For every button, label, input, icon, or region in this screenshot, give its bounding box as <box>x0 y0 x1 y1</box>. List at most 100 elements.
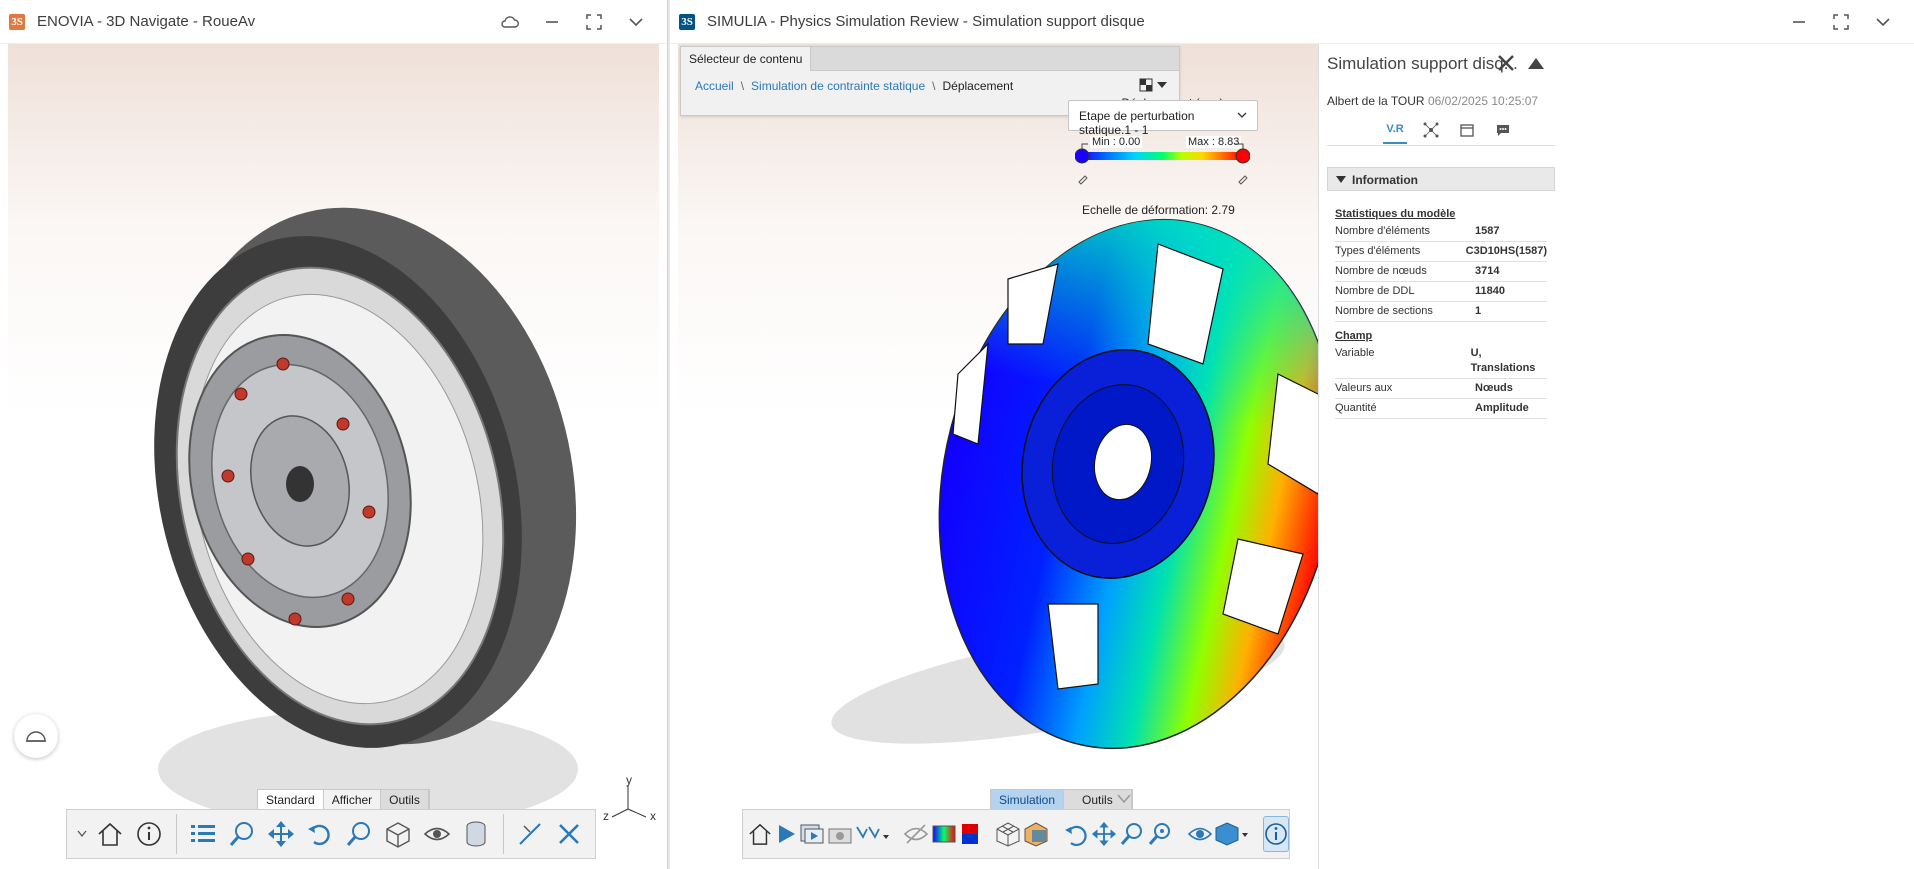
left-action-bar <box>66 809 596 859</box>
wheel-model[interactable] <box>8 44 660 869</box>
pan-icon[interactable] <box>1091 816 1117 852</box>
hide-show-icon[interactable] <box>420 816 455 852</box>
breadcrumb: Accueil \ Simulation de contrainte statiqu… <box>695 79 1014 93</box>
left-titlebar: 3S ENOVIA - 3D Navigate - RoueAv <box>0 0 667 44</box>
close-icon[interactable] <box>1497 54 1515 75</box>
rotate-icon[interactable] <box>303 816 338 852</box>
field-heading: Champ <box>1335 330 1373 342</box>
step-select[interactable]: Etape de perturbation statique.1 - 1 <box>1068 100 1258 137</box>
measure-icon[interactable] <box>513 816 548 852</box>
row-key: Valeurs aux <box>1335 382 1393 394</box>
play-icon[interactable] <box>775 816 797 852</box>
comment-icon[interactable] <box>1491 116 1515 144</box>
row-key: Types d'éléments <box>1335 245 1421 257</box>
row-value: 1587 <box>1475 225 1500 237</box>
expand-tabs-icon[interactable] <box>1116 792 1132 809</box>
content-selector-tab[interactable]: Sélecteur de contenu <box>681 47 812 71</box>
animation-frames-icon[interactable] <box>799 816 825 852</box>
left-axis-z: z <box>603 809 609 823</box>
home-icon[interactable] <box>747 816 773 852</box>
left-toolbar-tabs: Standard Afficher Outils <box>257 789 430 809</box>
breadcrumb-static-stress-link[interactable]: Simulation de contrainte statique <box>751 79 925 93</box>
right-toolbar-tabs: Simulation Outils <box>990 789 1133 809</box>
tab-afficher[interactable]: Afficher <box>323 790 382 809</box>
camera-icon[interactable] <box>827 816 853 852</box>
tab-simulation[interactable]: Simulation <box>991 790 1065 809</box>
3ds-compass-icon[interactable]: 3S <box>9 13 25 30</box>
info-icon[interactable] <box>1263 816 1289 852</box>
table-row: Quantité Amplitude <box>1335 399 1547 419</box>
table-row: Valeurs aux Nœuds <box>1335 379 1547 399</box>
tab-outils[interactable]: Outils <box>381 790 429 809</box>
zoom-icon[interactable] <box>342 816 377 852</box>
row-key: Nombre de DDL <box>1335 285 1415 297</box>
expand-toolbar-icon[interactable] <box>75 816 89 852</box>
cloud-icon[interactable] <box>499 11 521 33</box>
view-cube-icon[interactable] <box>381 816 416 852</box>
section-view-icon[interactable] <box>1023 816 1049 852</box>
row-value: 1 <box>1475 305 1482 317</box>
table-row: Types d'éléments C3D10HS(1587) <box>1335 242 1547 262</box>
row-value: 11840 <box>1475 285 1505 297</box>
rotate-icon[interactable] <box>1063 816 1089 852</box>
minimize-icon[interactable] <box>541 11 563 33</box>
zoom-icon[interactable] <box>1119 816 1145 852</box>
edit-min-icon[interactable] <box>1078 175 1088 185</box>
table-row: Nombre de DDL 11840 <box>1335 282 1547 302</box>
plot-options-icon[interactable] <box>855 816 889 852</box>
right-action-bar <box>742 809 1290 859</box>
maximize-icon[interactable] <box>583 11 605 33</box>
tab-standard[interactable]: Standard <box>258 790 324 809</box>
hide-icon[interactable] <box>903 816 929 852</box>
calendar-icon[interactable] <box>1455 116 1479 144</box>
left-axis-x: x <box>650 809 656 823</box>
home-icon[interactable] <box>93 816 128 852</box>
row-key: Variable <box>1335 347 1375 359</box>
color-legend-icon[interactable] <box>959 816 981 852</box>
view-cube-icon[interactable] <box>1215 816 1249 852</box>
view-eye-icon[interactable] <box>1187 816 1213 852</box>
legend-min-knob[interactable] <box>1075 148 1090 164</box>
model-stats-table: Statistiques du modèle Nombre d'éléments… <box>1335 204 1547 419</box>
3ds-compass-icon[interactable]: 3S <box>679 13 695 30</box>
table-row: Variable U, Translations <box>1335 344 1547 379</box>
information-section-header[interactable]: Information <box>1327 167 1555 191</box>
chevron-down-icon[interactable] <box>625 11 647 33</box>
layout-selector-icon[interactable] <box>1139 78 1167 92</box>
row-key: Nombre de sections <box>1335 305 1433 317</box>
tab-vr[interactable]: V.R <box>1383 116 1407 144</box>
simulia-window: 3S SIMULIA - Physics Simulation Review -… <box>670 0 1914 869</box>
tree-list-icon[interactable] <box>186 816 221 852</box>
edit-max-icon[interactable] <box>1238 175 1248 185</box>
network-icon[interactable] <box>1419 116 1443 144</box>
row-value: Nœuds <box>1475 382 1513 394</box>
search-part-icon[interactable] <box>225 816 260 852</box>
left-3d-viewport[interactable]: y x z <box>8 44 659 869</box>
panel-author: Albert de la TOUR 06/02/2025 10:25:07 <box>1327 94 1538 108</box>
zoom-area-icon[interactable] <box>1147 816 1173 852</box>
breadcrumb-home-link[interactable]: Accueil <box>695 79 734 93</box>
contour-plot-icon[interactable] <box>931 816 957 852</box>
info-icon[interactable] <box>132 816 167 852</box>
chevron-down-icon[interactable] <box>1872 11 1894 33</box>
collapse-panel-icon[interactable] <box>1527 56 1545 73</box>
row-key: Nombre de nœuds <box>1335 265 1427 277</box>
row-key: Nombre d'éléments <box>1335 225 1431 237</box>
right-titlebar: 3S SIMULIA - Physics Simulation Review -… <box>670 0 1914 44</box>
database-icon[interactable] <box>459 816 494 852</box>
assistant-bubble-icon[interactable] <box>14 714 58 758</box>
mesh-icon[interactable] <box>995 816 1021 852</box>
panel-tabs: V.R <box>1383 116 1515 144</box>
enovia-window: 3S ENOVIA - 3D Navigate - RoueAv y x z S… <box>0 0 668 869</box>
left-axis-y: y <box>626 773 632 787</box>
minimize-icon[interactable] <box>1788 11 1810 33</box>
right-window-title: SIMULIA - Physics Simulation Review - Si… <box>707 13 1145 30</box>
legend-max-knob[interactable] <box>1235 148 1250 164</box>
maximize-icon[interactable] <box>1830 11 1852 33</box>
table-row: Nombre de nœuds 3714 <box>1335 262 1547 282</box>
pan-icon[interactable] <box>264 816 299 852</box>
model-stats-heading: Statistiques du modèle <box>1335 208 1456 220</box>
close-tools-icon[interactable] <box>552 816 587 852</box>
legend-color-bar <box>1075 143 1250 185</box>
row-value: U, Translations <box>1470 347 1536 374</box>
